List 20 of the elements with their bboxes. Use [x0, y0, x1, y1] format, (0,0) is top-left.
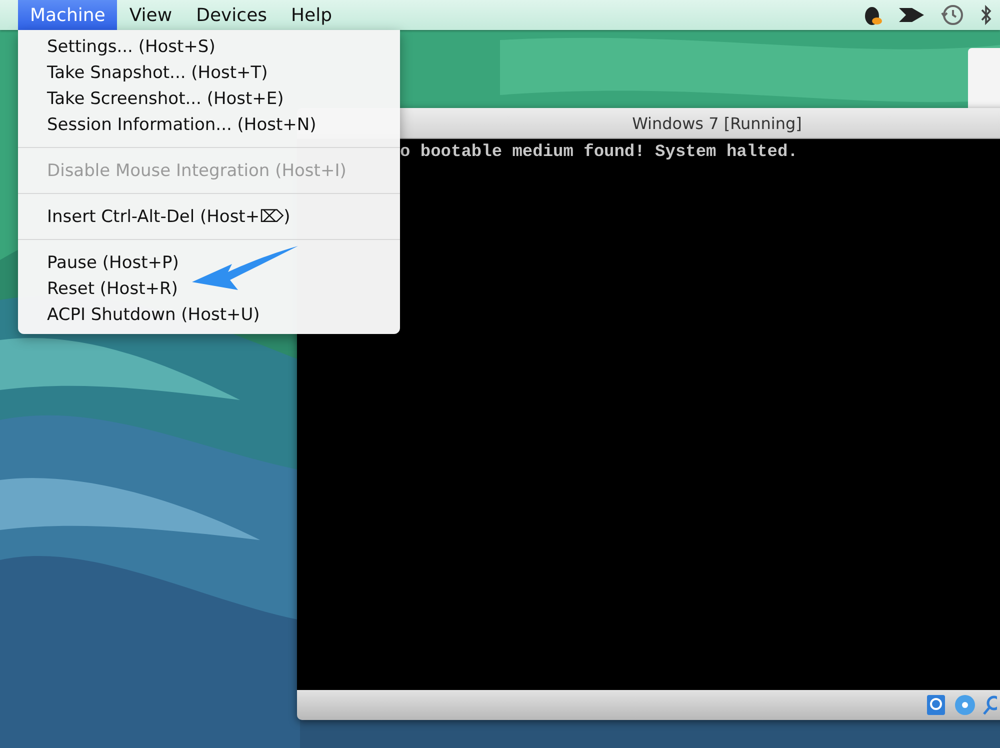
penguin-icon[interactable]	[862, 4, 884, 26]
arrow-icon[interactable]	[898, 6, 926, 24]
menu-item[interactable]: Help	[279, 0, 344, 30]
console-text: o bootable medium found! System halted.	[400, 143, 798, 162]
menu-entry[interactable]: ACPI Shutdown (Host+U)	[18, 302, 400, 328]
menu-item[interactable]: Machine	[18, 0, 118, 30]
menu-entry[interactable]: Settings... (Host+S)	[18, 34, 400, 60]
menu-entry[interactable]: Session Information... (Host+N)	[18, 112, 400, 138]
window-title: Windows 7 [Running]	[632, 114, 802, 132]
menu-item[interactable]: View	[117, 0, 184, 30]
menu-entry[interactable]: Pause (Host+P)	[18, 250, 400, 276]
clock-icon[interactable]	[940, 3, 964, 27]
menu-item[interactable]: Devices	[184, 0, 280, 30]
cd-icon[interactable]	[953, 693, 977, 717]
menu-entry[interactable]: Insert Ctrl-Alt-Del (Host+⌦)	[18, 204, 400, 230]
menu-entry[interactable]: Reset (Host+R)	[18, 276, 400, 302]
magnifier-icon[interactable]	[983, 693, 997, 717]
menu-entry[interactable]: Take Snapshot... (Host+T)	[18, 60, 400, 86]
menu-entry[interactable]: Take Screenshot... (Host+E)	[18, 86, 400, 112]
window-background	[968, 48, 1000, 108]
